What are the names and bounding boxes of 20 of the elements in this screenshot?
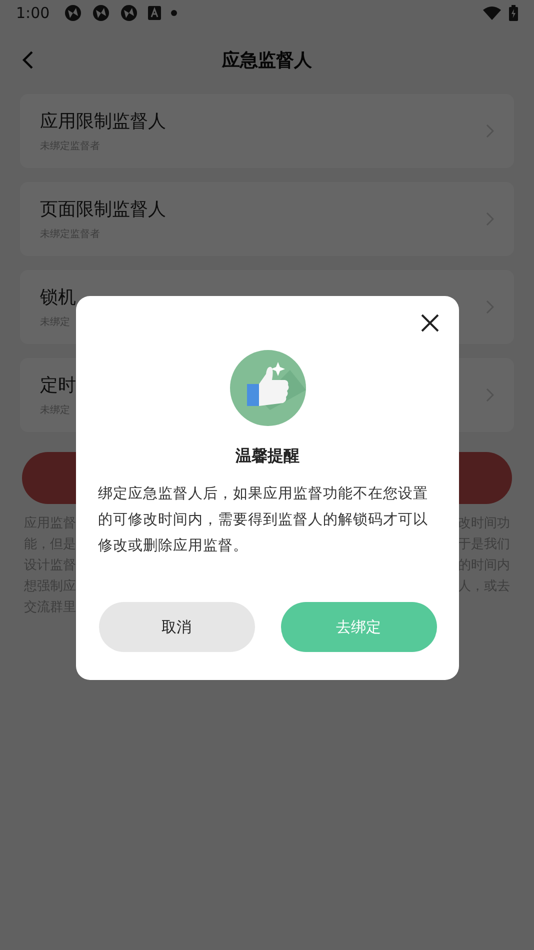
- app-icon: [64, 4, 82, 22]
- card-title: 应用限制监督人: [40, 110, 166, 133]
- cancel-button[interactable]: 取消: [98, 602, 254, 652]
- keyboard-icon: [148, 6, 161, 20]
- app-icon: [120, 4, 138, 22]
- app-icon: [92, 4, 110, 22]
- card-title: 锁机: [40, 286, 76, 309]
- dialog-message: 绑定应急监督人后，如果应用监督功能不在您设置的可修改时间内，需要得到监督人的解锁码才可以修改或删除应用监督。: [98, 484, 429, 556]
- confirm-button[interactable]: 去绑定: [280, 602, 436, 652]
- card-title: 页面限制监督人: [40, 198, 166, 221]
- page-title: 应急监督人: [222, 49, 312, 72]
- status-time: 1:00: [16, 4, 50, 22]
- thumbs-up-icon: [230, 350, 306, 426]
- close-icon[interactable]: [419, 312, 441, 334]
- card-title: 定时: [40, 374, 76, 397]
- dialog-title: 温馨提醒: [236, 446, 300, 467]
- dot-icon: [170, 10, 177, 16]
- battery-icon: [509, 5, 518, 21]
- wifi-icon: [483, 6, 501, 20]
- back-icon[interactable]: [22, 50, 34, 70]
